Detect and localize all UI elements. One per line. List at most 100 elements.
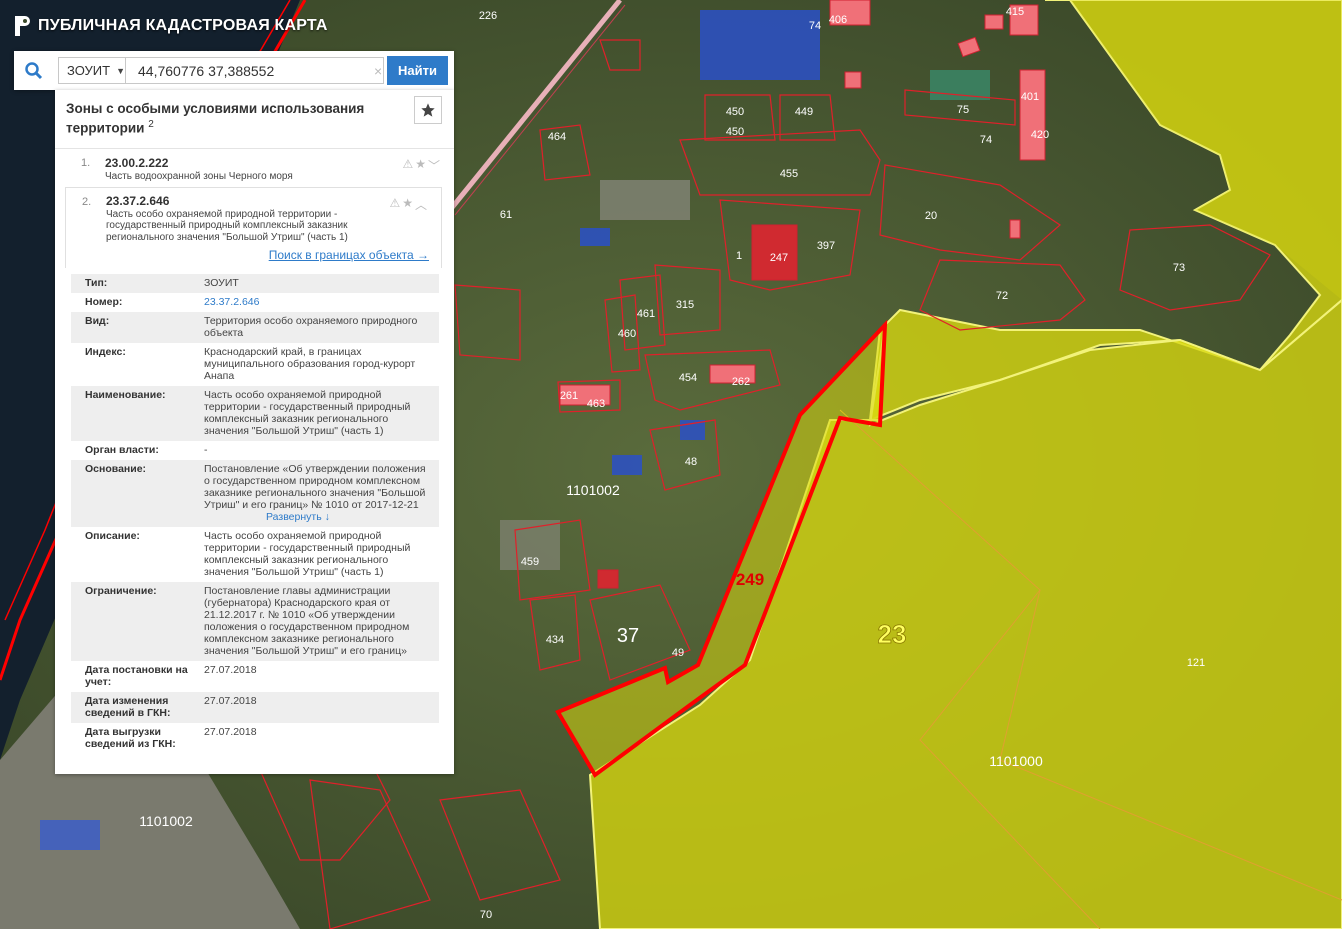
search-in-bounds-link[interactable]: Поиск в границах объекта → — [84, 243, 429, 264]
parcel-label: 70 — [480, 909, 492, 921]
search-input[interactable] — [126, 57, 384, 84]
attr-key: Индекс: — [85, 346, 126, 358]
table-row: Дата изменения сведений в ГКН: 27.07.201… — [71, 692, 439, 723]
item-code[interactable]: 23.37.2.646 — [106, 194, 429, 208]
selected-parcel-label: 249 — [736, 570, 764, 589]
quarter-label: 1101000 — [989, 753, 1043, 769]
star-icon[interactable]: ★ — [402, 196, 413, 213]
building-roof — [40, 820, 100, 850]
parcel-label: 74 — [980, 134, 992, 146]
parcel-label: 415 — [1006, 6, 1024, 18]
parcel-label: 420 — [1031, 129, 1049, 141]
result-count: 2 — [148, 119, 154, 130]
parcel-label: 315 — [676, 299, 694, 311]
clear-icon[interactable]: × — [374, 63, 382, 79]
list-item[interactable]: 2. 23.37.2.646 Часть особо охраняемой пр… — [66, 188, 441, 269]
star-icon — [421, 103, 435, 117]
parcel-label: 226 — [479, 10, 497, 22]
table-row: Ограничение: Постановление главы админис… — [71, 582, 439, 661]
parcel-label: 37 — [617, 625, 639, 647]
quarter-label: 1101002 — [566, 482, 620, 498]
parcel-label: 247 — [770, 252, 788, 264]
table-row: Орган власти: - — [71, 441, 439, 460]
table-row: Дата выгрузки сведений из ГКН: 27.07.201… — [71, 723, 439, 754]
parcel-label: 464 — [548, 131, 566, 143]
chevron-down-icon[interactable]: ﹀ — [428, 157, 440, 174]
list-item[interactable]: 1. 23.00.2.222 Часть водоохранной зоны Ч… — [55, 149, 454, 187]
search-type-select[interactable]: ЗОУИТ ▼ — [58, 57, 126, 84]
favorite-button[interactable] — [414, 96, 442, 124]
parcel-label: 20 — [925, 210, 937, 222]
attr-value: 27.07.2018 — [204, 664, 257, 676]
parcel-label: 406 — [829, 14, 847, 26]
warning-icon[interactable]: ⚠ — [389, 196, 400, 213]
table-row: Тип: ЗОУИТ — [71, 274, 439, 293]
attr-key: Дата постановки на учет: — [85, 664, 188, 688]
chevron-down-icon: ▼ — [116, 65, 125, 76]
find-button[interactable]: Найти — [387, 56, 448, 85]
attr-value: - — [204, 444, 208, 456]
item-number: 1. — [81, 157, 91, 169]
table-row: Дата постановки на учет: 27.07.2018 — [71, 661, 439, 692]
table-row: Описание: Часть особо охраняемой природн… — [71, 527, 439, 582]
attr-value: Часть особо охраняемой природной террито… — [198, 386, 439, 441]
attr-key: Номер: — [85, 296, 123, 308]
attr-value: Краснодарский край, в границах муниципал… — [204, 346, 416, 382]
panel-header: Зоны с особыми условиями использования т… — [55, 90, 454, 149]
parcel-label: 48 — [685, 456, 697, 468]
parcel-label: 397 — [817, 240, 835, 252]
number-link[interactable]: 23.37.2.646 — [204, 296, 259, 308]
table-row: Номер: 23.37.2.646 — [71, 293, 439, 312]
app-title-text: ПУБЛИЧНАЯ КАДАСТРОВАЯ КАРТА — [38, 17, 328, 34]
star-icon[interactable]: ★ — [415, 157, 426, 174]
attr-value: Территория особо охраняемого природного … — [198, 312, 439, 343]
attr-key: Описание: — [85, 530, 140, 542]
item-number: 2. — [82, 195, 92, 208]
building-roof — [612, 455, 642, 475]
table-row: Индекс: Краснодарский край, в границах м… — [71, 343, 439, 386]
parcel-label: 450 — [726, 126, 744, 138]
attr-value: Постановление главы администрации (губер… — [198, 582, 439, 661]
search-bar: ЗОУИТ ▼ × Найти — [14, 51, 454, 90]
table-row: Вид: Территория особо охраняемого природ… — [71, 312, 439, 343]
panel-title: Зоны с особыми условиями использования т… — [66, 101, 386, 137]
parcel-label: 72 — [996, 290, 1008, 302]
warning-icon[interactable]: ⚠ — [402, 157, 413, 174]
attr-key: Наименование: — [71, 386, 198, 441]
attr-key: Орган власти: — [85, 444, 159, 456]
table-row: Наименование: Часть особо охраняемой при… — [71, 386, 439, 441]
parcel-label: 73 — [1173, 262, 1185, 274]
parcel-label: 450 — [726, 106, 744, 118]
info-panel: Зоны с особыми условиями использования т… — [55, 90, 454, 774]
panel-title-text: Зоны с особыми условиями использования т… — [66, 101, 365, 136]
attr-key: Вид: — [71, 312, 198, 343]
item-description: Часть водоохранной зоны Черного моря — [105, 171, 293, 182]
item-code[interactable]: 23.00.2.222 — [105, 156, 442, 170]
chevron-up-icon[interactable]: ︿ — [415, 196, 427, 213]
parcel-label: 454 — [679, 372, 697, 384]
parcel-label: 449 — [795, 106, 813, 118]
app-title: ПУБЛИЧНАЯ КАДАСТРОВАЯ КАРТА — [14, 14, 328, 38]
parcel-label: 49 — [672, 647, 684, 659]
zone-label: 23 — [878, 619, 907, 649]
table-row: Основание: Постановление «Об утверждении… — [71, 460, 439, 527]
quarter-label: 1101002 — [139, 813, 193, 829]
parcel-label: 1 — [736, 250, 742, 262]
attr-key: Дата выгрузки сведений из ГКН: — [85, 726, 176, 750]
expanded-item: 2. 23.37.2.646 Часть особо охраняемой пр… — [65, 186, 442, 269]
search-type-label: ЗОУИТ — [67, 63, 111, 78]
parcel-label: 261 — [560, 390, 578, 402]
attr-key: Ограничение: — [71, 582, 198, 661]
parcel-label: 459 — [521, 556, 539, 568]
attr-value: ЗОУИТ — [198, 274, 439, 293]
logo-icon — [15, 16, 30, 36]
attr-value: 27.07.2018 — [198, 692, 439, 723]
parcel-label: 460 — [618, 328, 636, 340]
attr-value: Часть особо охраняемой природной террито… — [204, 530, 411, 578]
parcel-label: 74 — [809, 20, 821, 32]
building-roof — [580, 228, 610, 246]
item-description: Часть особо охраняемой природной террито… — [106, 208, 348, 243]
parcel-label: 75 — [957, 104, 969, 116]
search-icon[interactable] — [14, 51, 54, 90]
expand-link[interactable]: Развернуть ↓ — [204, 511, 433, 523]
